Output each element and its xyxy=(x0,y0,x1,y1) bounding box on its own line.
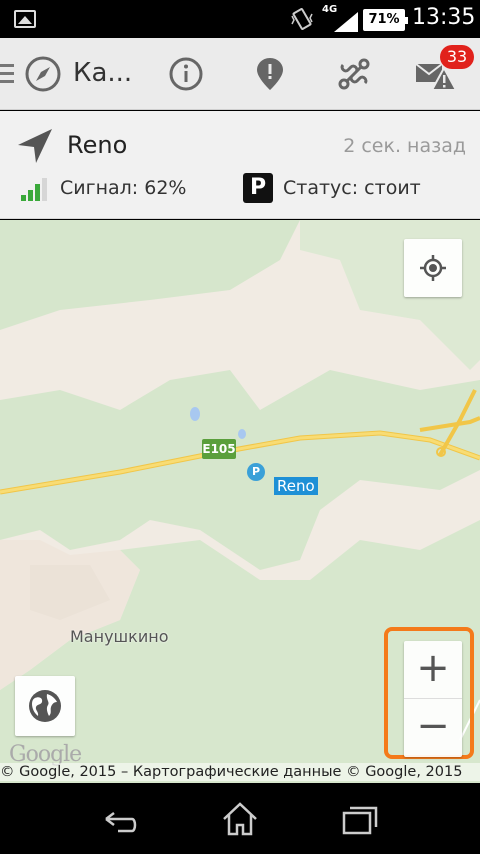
navigation-arrow-icon xyxy=(18,129,52,163)
clock: 13:35 xyxy=(412,5,476,30)
vehicle-name: Reno xyxy=(67,131,128,159)
zoom-controls: + − xyxy=(404,641,462,757)
route-icon[interactable] xyxy=(336,56,372,92)
globe-icon xyxy=(29,690,61,722)
map-pin-icon[interactable] xyxy=(252,56,288,92)
map-view[interactable]: E105 P Reno Манушкино + − Google © Googl… xyxy=(0,220,480,783)
navigation-bar xyxy=(0,783,480,854)
image-notification-icon xyxy=(14,10,36,28)
zoom-out-button[interactable]: − xyxy=(404,699,462,757)
map-copyright: © Google, 2015 – Картографические данные… xyxy=(0,763,480,781)
signal-strength-icon xyxy=(21,178,47,201)
status-bar: 4G 71% 13:35 xyxy=(0,0,480,38)
cell-signal-icon xyxy=(334,12,358,32)
signal-strength: Сигнал: 62% xyxy=(60,177,187,199)
zoom-in-button[interactable]: + xyxy=(404,641,462,699)
battery-indicator: 71% xyxy=(363,9,408,31)
action-bar: Ка... 33 xyxy=(0,38,480,110)
village-label: Манушкино xyxy=(70,627,169,646)
back-icon[interactable] xyxy=(100,801,140,837)
parking-marker-icon[interactable]: P xyxy=(247,463,265,481)
recent-apps-icon[interactable] xyxy=(340,801,380,837)
vehicle-map-label[interactable]: Reno xyxy=(274,477,318,495)
screen-title: Ка... xyxy=(73,58,133,88)
vehicle-status: Статус: стоит xyxy=(283,177,421,199)
vehicle-info-panel[interactable]: Reno 2 сек. назад Сигнал: 62% P Статус: … xyxy=(0,111,480,219)
notification-badge[interactable]: 33 xyxy=(440,45,474,69)
parking-icon: P xyxy=(243,173,273,203)
compass-icon[interactable] xyxy=(24,55,62,93)
road-label: E105 xyxy=(202,439,236,459)
crosshair-icon xyxy=(420,255,446,281)
info-icon[interactable] xyxy=(168,56,204,92)
vibrate-icon xyxy=(291,8,313,30)
menu-icon[interactable] xyxy=(0,64,14,84)
map-layers-button[interactable] xyxy=(15,676,75,736)
home-icon[interactable] xyxy=(220,801,260,837)
last-update-time: 2 сек. назад xyxy=(343,135,466,157)
my-location-button[interactable] xyxy=(404,239,462,297)
